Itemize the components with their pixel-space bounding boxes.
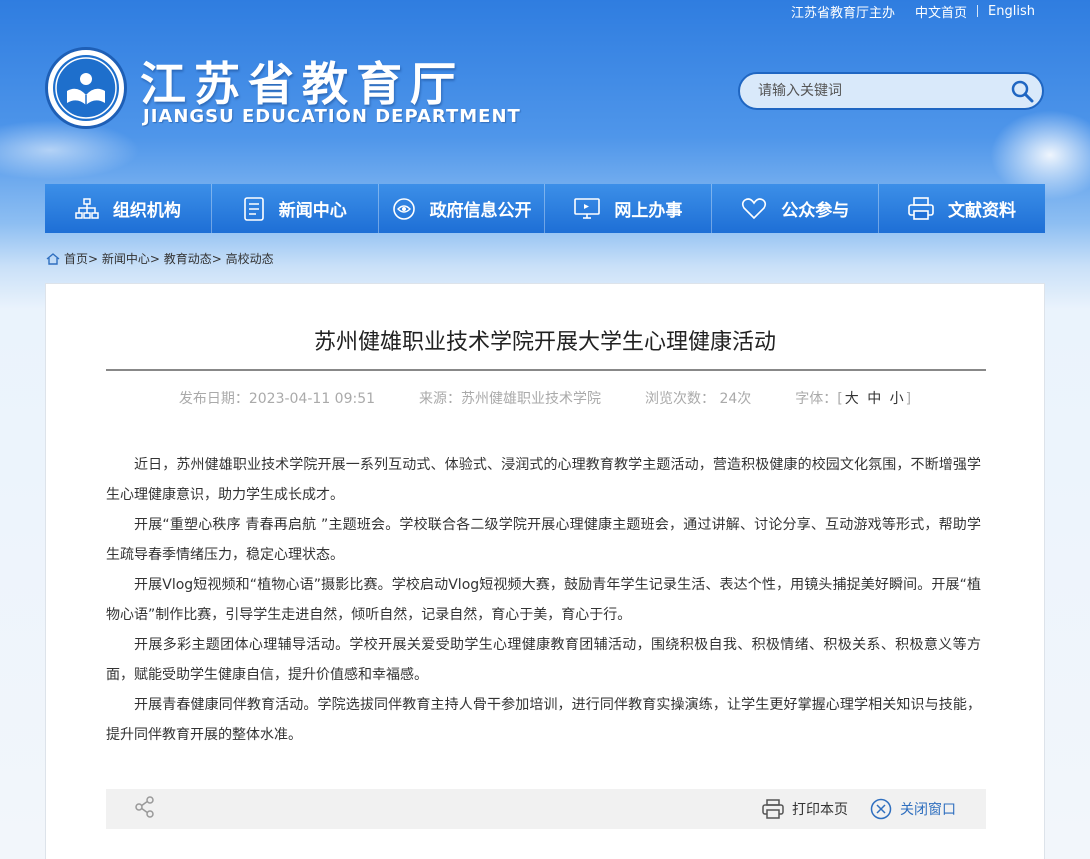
publish-date: 发布日期：2023-04-11 09:51 — [178, 391, 376, 407]
nav-item-news[interactable]: 新闻中心 — [212, 184, 379, 233]
nav-item-documents[interactable]: 文献资料 — [879, 184, 1045, 233]
print-label: 打印本页 — [792, 802, 848, 818]
monitor-icon — [574, 197, 601, 219]
breadcrumb-education-news[interactable]: 教育动态 — [164, 250, 212, 267]
search-button[interactable] — [1002, 74, 1042, 108]
nav-item-info-disclosure[interactable]: 政府信息公开 — [379, 184, 546, 233]
paragraph: 开展多彩主题团体心理辅导活动。学校开展关爱受助学生心理健康教育团辅活动，围绕积极… — [106, 637, 981, 683]
heart-icon — [742, 197, 767, 219]
nav-label: 政府信息公开 — [429, 201, 532, 221]
printer-icon — [762, 799, 784, 819]
printer-icon — [908, 196, 934, 220]
article-card: 苏州健雄职业技术学院开展大学生心理健康活动 发布日期：2023-04-11 09… — [45, 283, 1045, 859]
org-chart-icon — [75, 197, 99, 219]
home-icon — [46, 252, 60, 265]
view-count: 浏览次数： 24次 — [645, 391, 752, 407]
nav-label: 组织机构 — [112, 201, 181, 221]
cloud-decoration-left — [0, 120, 140, 180]
breadcrumb-university-news[interactable]: 高校动态 — [226, 250, 274, 267]
eye-icon — [392, 197, 415, 220]
nav-item-public-participation[interactable]: 公众参与 — [712, 184, 880, 233]
search-input[interactable] — [740, 74, 1002, 108]
nav-label: 新闻中心 — [278, 201, 347, 221]
title-divider — [106, 369, 986, 371]
breadcrumb-news[interactable]: 新闻中心 — [102, 250, 150, 267]
close-window-button[interactable]: 关闭窗口 — [870, 798, 956, 820]
font-small-button[interactable]: 小 — [890, 391, 904, 407]
article-body: 近日，苏州健雄职业技术学院开展一系列互动式、体验式、浸润式的心理教育教学主题活动… — [106, 450, 981, 750]
top-links-divider — [977, 5, 979, 17]
department-logo[interactable] — [45, 47, 127, 129]
main-nav: 组织机构 新闻中心 政府信息公开 网上办事 公众参与 文献资料 — [45, 184, 1045, 233]
paragraph: 开展青春健康同伴教育活动。学院选拔同伴教育主持人骨干参加培训，进行同伴教育实操演… — [106, 697, 981, 743]
top-links: 江苏省教育厅主办 中文首页 English — [791, 2, 1035, 21]
article-title: 苏州健雄职业技术学院开展大学生心理健康活动 — [313, 330, 776, 355]
nav-item-organization[interactable]: 组织机构 — [45, 184, 212, 233]
site-name-chinese: 江苏省教育厅 — [140, 57, 464, 111]
sponsor-link[interactable]: 江苏省教育厅主办 — [791, 2, 895, 21]
close-icon — [870, 798, 892, 820]
share-icon — [135, 796, 154, 818]
paragraph: 近日，苏州健雄职业技术学院开展一系列互动式、体验式、浸润式的心理教育教学主题活动… — [106, 457, 981, 503]
paragraph: 开展“重塑心秩序 青春再启航 ”主题班会。学校联合各二级学院开展心理健康主题班会… — [106, 517, 981, 563]
site-name-english: JIANGSU EDUCATION DEPARTMENT — [143, 106, 521, 127]
font-size-control: 字体：[大 中 小] — [795, 391, 912, 407]
search-box — [738, 72, 1044, 110]
paragraph: 开展Vlog短视频和“植物心语”摄影比赛。学校启动Vlog短视频大赛，鼓励青年学… — [106, 577, 981, 623]
article-toolbar: 打印本页 关闭窗口 — [106, 789, 986, 829]
font-medium-button[interactable]: 中 — [867, 391, 881, 407]
breadcrumb-home[interactable]: 首页 — [64, 250, 88, 267]
chinese-home-link[interactable]: 中文首页 — [915, 2, 967, 21]
article-meta: 发布日期：2023-04-11 09:51 来源：苏州健雄职业技术学院 浏览次数… — [46, 388, 1044, 408]
nav-label: 文献资料 — [948, 201, 1017, 221]
close-window-label: 关闭窗口 — [900, 802, 956, 818]
share-button[interactable] — [134, 796, 156, 822]
print-button[interactable]: 打印本页 — [762, 799, 848, 819]
nav-label: 网上办事 — [614, 201, 683, 221]
search-icon — [1011, 80, 1034, 103]
english-link[interactable]: English — [988, 4, 1035, 19]
nav-label: 公众参与 — [781, 201, 850, 221]
nav-item-online-services[interactable]: 网上办事 — [545, 184, 713, 233]
document-icon — [243, 196, 264, 221]
font-large-button[interactable]: 大 — [845, 391, 859, 407]
logo-emblem — [53, 55, 119, 121]
breadcrumb: 首页 > 新闻中心 > 教育动态 > 高校动态 — [46, 250, 274, 267]
article-source: 来源：苏州健雄职业技术学院 — [419, 391, 602, 407]
